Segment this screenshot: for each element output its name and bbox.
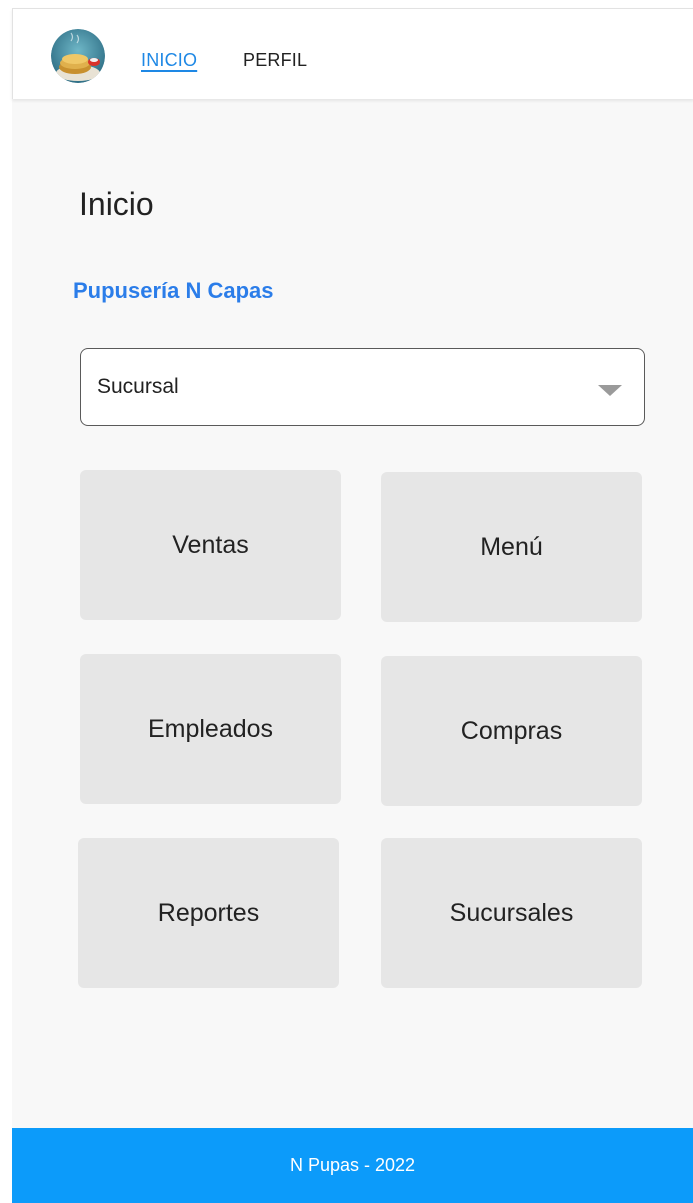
tile-reportes[interactable]: Reportes — [78, 838, 339, 988]
footer-text: N Pupas - 2022 — [289, 1155, 416, 1175]
page-title: Inicio — [79, 186, 154, 222]
tile-ventas[interactable]: Ventas — [80, 470, 341, 620]
footer: N Pupas - 2022 — [12, 1128, 693, 1203]
nav-link-perfil[interactable]: PERFIL — [243, 49, 307, 71]
branch-select[interactable]: Sucursal — [80, 348, 645, 426]
tile-menu[interactable]: Menú — [381, 472, 642, 622]
caret-down-icon — [598, 385, 622, 396]
tile-compras[interactable]: Compras — [381, 656, 642, 806]
branch-select-value: Sucursal — [97, 375, 179, 398]
nav-link-inicio[interactable]: INICIO — [141, 49, 197, 71]
top-navbar: INICIO PERFIL — [12, 8, 693, 99]
restaurant-name: Pupusería N Capas — [73, 278, 274, 303]
tile-sucursales[interactable]: Sucursales — [381, 838, 642, 988]
pupusa-logo-icon[interactable] — [51, 29, 105, 83]
tile-empleados[interactable]: Empleados — [80, 654, 341, 804]
main-content: Inicio Pupusería N Capas Sucursal Ventas… — [12, 98, 693, 1128]
pupusa-plate-logo-svg — [51, 29, 105, 83]
